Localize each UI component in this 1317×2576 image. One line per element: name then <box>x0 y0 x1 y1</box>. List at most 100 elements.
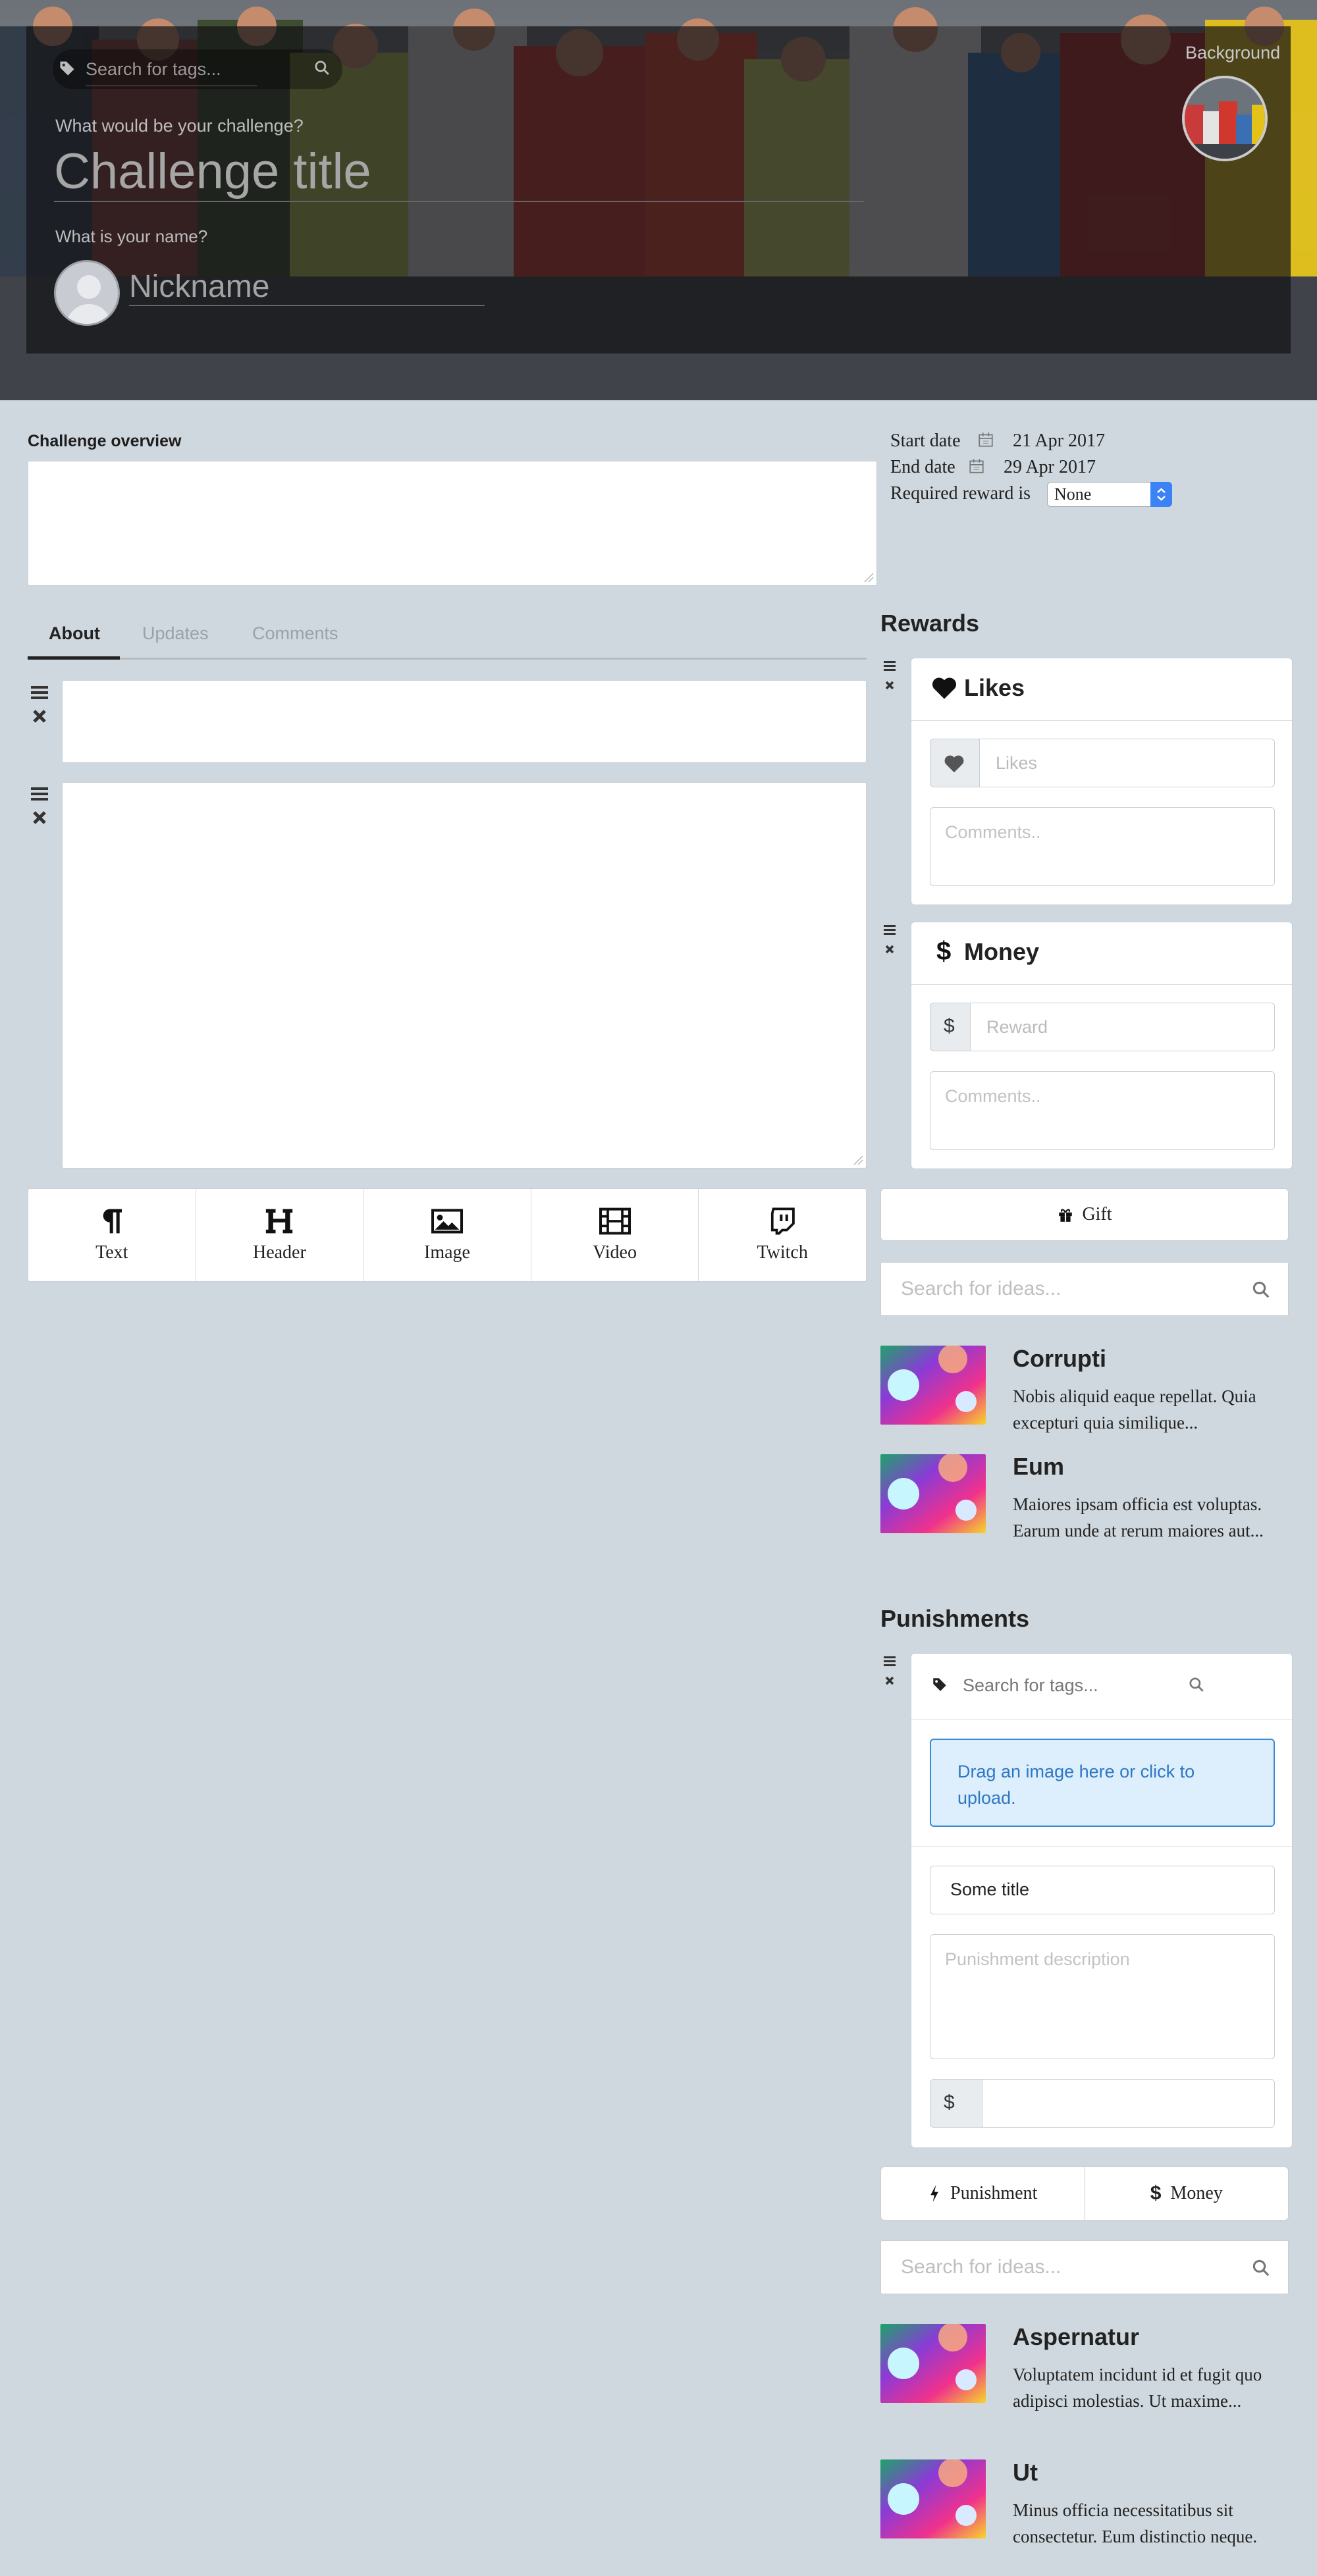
punishment-card: Drag an image here or click to upload. S… <box>911 1653 1293 2148</box>
idea-title[interactable]: Ut <box>1013 2459 1038 2486</box>
money-comments-textarea[interactable] <box>930 1071 1275 1150</box>
name-question: What is your name? <box>55 226 208 246</box>
rewards-heading: Rewards <box>880 610 980 637</box>
idea-thumbnail[interactable] <box>880 2459 986 2538</box>
money-reward-card: $ Money $ <box>911 922 1293 1169</box>
add-gift-button[interactable]: Gift <box>880 1188 1289 1241</box>
idea-thumbnail[interactable] <box>880 2324 986 2403</box>
nickname-input[interactable] <box>129 263 471 309</box>
idea-thumbnail[interactable] <box>880 1346 986 1425</box>
bolt-icon <box>930 2185 938 2202</box>
tab-updates[interactable]: Updates <box>142 623 209 644</box>
menu-icon[interactable] <box>884 925 896 935</box>
idea-description: Maiores ipsam officia est voluptas. Earu… <box>1013 1494 1264 1540</box>
avatar[interactable] <box>54 260 120 326</box>
gift-icon <box>1059 1209 1073 1222</box>
likes-input[interactable] <box>979 739 1275 787</box>
image-upload-dropzone[interactable]: Drag an image here or click to upload. <box>930 1739 1275 1827</box>
search-icon[interactable] <box>1251 2258 1271 2278</box>
punishment-amount-input[interactable] <box>982 2079 1275 2128</box>
add-text-label: Text <box>95 1242 128 1263</box>
tab-about[interactable]: About <box>49 623 100 644</box>
add-punishment-button[interactable]: Punishment <box>881 2167 1085 2220</box>
punishment-title-input[interactable]: Some title <box>930 1866 1275 1914</box>
idea-title[interactable]: Aspernatur <box>1013 2323 1139 2351</box>
add-header-label: Header <box>252 1242 306 1263</box>
idea-title[interactable]: Eum <box>1013 1453 1064 1481</box>
close-icon[interactable] <box>33 811 46 824</box>
close-icon[interactable] <box>33 710 46 723</box>
add-twitch-button[interactable]: Twitch <box>699 1189 866 1281</box>
money-reward-input[interactable] <box>970 1003 1275 1051</box>
money-addon: $ <box>930 1003 971 1051</box>
add-video-button[interactable]: Video <box>531 1189 699 1281</box>
reward-ideas-input[interactable] <box>901 1275 1217 1303</box>
card-divider <box>911 1846 1292 1847</box>
search-icon[interactable] <box>313 59 331 76</box>
background-label: Background <box>1185 43 1281 63</box>
content-block-textarea[interactable] <box>62 782 867 1169</box>
punishment-currency-symbol: $ <box>944 2091 955 2113</box>
heart-icon <box>932 677 957 699</box>
calendar-icon[interactable] <box>968 458 985 475</box>
add-image-label: Image <box>424 1242 470 1263</box>
menu-icon[interactable] <box>31 686 48 699</box>
punishment-tag-input[interactable] <box>963 1672 1160 1698</box>
close-icon[interactable] <box>885 681 894 690</box>
image-icon <box>431 1209 464 1234</box>
idea-thumbnail[interactable] <box>880 1454 986 1533</box>
film-icon <box>599 1207 631 1235</box>
add-money-label: Money <box>1170 2183 1223 2203</box>
start-date-value[interactable]: 21 Apr 2017 <box>1013 431 1105 452</box>
menu-icon[interactable] <box>884 1656 896 1666</box>
end-date-value[interactable]: 29 Apr 2017 <box>1004 457 1096 478</box>
search-icon[interactable] <box>1251 1280 1271 1300</box>
punishment-add-buttons: Punishment $ Money <box>880 2167 1289 2221</box>
twitch-icon <box>771 1207 795 1235</box>
overview-label: Challenge overview <box>28 432 182 450</box>
tag-icon <box>60 61 74 76</box>
add-image-button[interactable]: Image <box>363 1189 531 1281</box>
add-header-button[interactable]: Header <box>196 1189 364 1281</box>
menu-icon[interactable] <box>31 787 48 801</box>
pilcrow-icon <box>103 1209 122 1234</box>
title-underline <box>54 201 864 202</box>
idea-description: Voluptatem incidunt id et fugit quo adip… <box>1013 2365 1262 2411</box>
block-handle <box>31 686 48 723</box>
search-icon[interactable] <box>1188 1676 1205 1693</box>
tab-comments[interactable]: Comments <box>252 623 338 644</box>
select-arrows-icon[interactable] <box>1150 482 1172 507</box>
money-card-header: $ Money <box>911 922 1292 985</box>
content-block-text[interactable] <box>62 680 867 763</box>
money-currency-symbol: $ <box>944 1015 955 1037</box>
punishments-heading: Punishments <box>880 1605 1030 1632</box>
punishment-ideas-input[interactable] <box>901 2253 1217 2282</box>
tab-divider <box>28 658 867 660</box>
add-money-punishment-button[interactable]: $ Money <box>1085 2167 1289 2220</box>
add-punishment-label: Punishment <box>950 2183 1038 2203</box>
idea-description: Minus officia necessitatibus sit consect… <box>1013 2500 1258 2546</box>
calendar-icon[interactable] <box>977 431 994 448</box>
likes-card-header: Likes <box>911 658 1292 721</box>
add-block-toolbar: Text Header Image Video Twitch <box>28 1188 867 1282</box>
background-thumbnail[interactable] <box>1182 76 1268 161</box>
reward-ideas-search <box>880 1262 1289 1316</box>
likes-comments-textarea[interactable] <box>930 807 1275 886</box>
idea-title[interactable]: Corrupti <box>1013 1345 1106 1373</box>
resize-grip-icon[interactable] <box>853 1155 863 1165</box>
dollar-icon: $ <box>1150 2182 1162 2204</box>
end-date-label: End date <box>890 457 955 477</box>
tag-icon <box>933 1678 946 1691</box>
menu-icon[interactable] <box>884 661 896 671</box>
heart-icon <box>944 755 964 773</box>
close-icon[interactable] <box>885 945 894 954</box>
tag-search-input[interactable] <box>86 56 283 82</box>
punishment-description-textarea[interactable] <box>930 1934 1275 2059</box>
likes-card-title: Likes <box>964 674 1025 701</box>
challenge-title-input[interactable] <box>54 142 844 201</box>
block-handle <box>31 787 48 824</box>
overview-textarea[interactable] <box>28 461 877 586</box>
resize-grip-icon[interactable] <box>863 572 874 583</box>
close-icon[interactable] <box>885 1676 894 1685</box>
add-text-button[interactable]: Text <box>28 1189 196 1281</box>
